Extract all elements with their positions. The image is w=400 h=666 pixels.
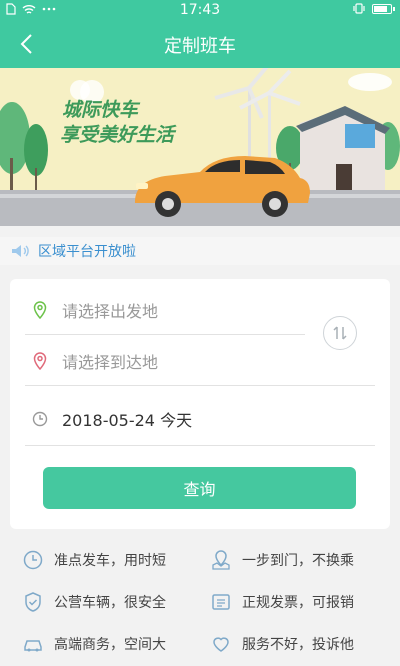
shield-check-icon xyxy=(25,592,41,612)
status-icons-right xyxy=(352,3,395,14)
status-bar: 17:43 xyxy=(0,0,400,22)
divider xyxy=(25,334,305,335)
car-icon xyxy=(24,640,42,652)
destination-field[interactable]: 请选择到达地 xyxy=(10,336,310,386)
route-search-card: 请选择出发地 请选择到达地 2018-05-24 今天 查询 xyxy=(10,279,390,529)
feature-text: 一步到门，不换乘 xyxy=(242,553,354,569)
feature-item: 一步到门，不换乘 xyxy=(210,548,354,572)
divider xyxy=(25,385,375,386)
feature-item: 准点发车，用时短 xyxy=(22,548,166,572)
date-value: 2018-05-24 今天 xyxy=(62,411,193,430)
feature-text: 高端商务，空间大 xyxy=(54,637,166,653)
feature-item: 正规发票，可报销 xyxy=(210,590,354,614)
location-pin-green-icon xyxy=(31,301,49,319)
banner-line2: 享受美好生活 xyxy=(60,124,175,146)
battery-fill xyxy=(374,5,387,12)
feature-item: 公营车辆，很安全 xyxy=(22,590,166,614)
feature-text: 服务不好，投诉他 xyxy=(242,637,354,653)
nav-bar: 定制班车 xyxy=(0,22,400,68)
feature-text: 公营车辆，很安全 xyxy=(54,595,166,611)
date-field[interactable]: 2018-05-24 今天 xyxy=(10,394,380,444)
clock-icon xyxy=(23,550,43,570)
feature-text: 正规发票，可报销 xyxy=(242,595,354,611)
location-pin-red-icon xyxy=(31,352,49,370)
feature-text: 准点发车，用时短 xyxy=(54,553,166,569)
banner-line1: 城际快车 xyxy=(62,99,139,121)
notice-text: 区域平台开放啦 xyxy=(38,244,136,260)
speaker-icon xyxy=(12,245,29,257)
feature-item: 高端商务，空间大 xyxy=(22,632,166,656)
departure-placeholder: 请选择出发地 xyxy=(62,302,159,321)
divider xyxy=(25,445,375,446)
page-title: 定制班车 xyxy=(164,36,236,57)
search-button[interactable]: 查询 xyxy=(43,467,356,509)
status-time: 17:43 xyxy=(179,2,221,18)
notice-bar[interactable]: 区域平台开放啦 xyxy=(0,237,400,265)
clock-icon xyxy=(31,410,49,428)
departure-field[interactable]: 请选择出发地 xyxy=(10,285,310,335)
destination-placeholder: 请选择到达地 xyxy=(62,353,159,372)
banner-slogan: 城际快车 享受美好生活 xyxy=(60,98,175,148)
feature-item: 服务不好，投诉他 xyxy=(210,632,354,656)
battery-icon xyxy=(372,3,395,14)
swap-locations-button[interactable] xyxy=(323,316,357,350)
app-header: 17:43 定制班车 xyxy=(0,0,400,68)
vibrate-icon xyxy=(353,3,365,14)
heart-icon xyxy=(213,637,229,652)
promo-banner[interactable]: 城际快车 享受美好生活 xyxy=(0,68,400,226)
invoice-icon xyxy=(212,594,230,610)
swap-icon xyxy=(333,326,347,340)
map-pin-icon xyxy=(212,550,230,570)
